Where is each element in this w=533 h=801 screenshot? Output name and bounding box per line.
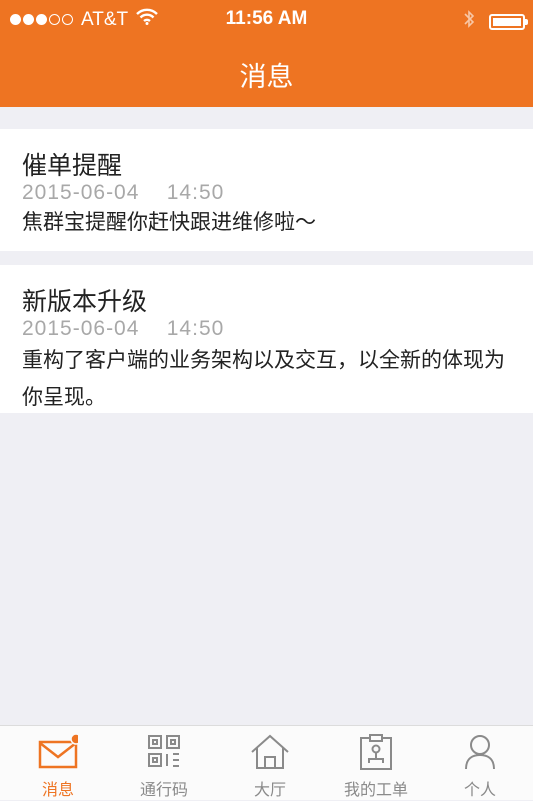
status-time: 11:56 AM — [225, 8, 308, 29]
top-bar: AT&T 11:56 AM 消息 — [0, 0, 533, 107]
tab-label: 我的工单 — [343, 782, 408, 799]
message-date: 2015-06-04 14:50 — [22, 317, 225, 340]
message-date: 2015-06-04 14:50 — [22, 181, 225, 204]
mail-icon — [38, 732, 82, 772]
tab-label: 消息 — [41, 782, 74, 799]
tab-bar: 消息 通行码 大厅 我的工单 个人 — [0, 725, 533, 800]
person-icon — [460, 732, 500, 772]
message-title: 催单提醒 — [22, 152, 123, 180]
battery-icon — [489, 13, 528, 30]
tab-messages[interactable]: 消息 — [5, 726, 111, 801]
tab-label: 通行码 — [139, 782, 188, 799]
message-body: 重构了客户端的业务架构以及交互，以全新的体现为你呈现。 — [22, 349, 505, 409]
tab-label: 个人 — [463, 782, 496, 799]
clipboard-icon — [356, 732, 396, 772]
tab-label: 大厅 — [253, 782, 286, 799]
tab-my-orders[interactable]: 我的工单 — [323, 726, 429, 801]
home-icon — [250, 732, 290, 772]
message-item[interactable]: 催单提醒 2015-06-04 14:50 焦群宝提醒你赶快跟进维修啦～ — [0, 129, 533, 251]
bluetooth-icon — [463, 9, 475, 34]
tab-pass-code[interactable]: 通行码 — [111, 726, 217, 801]
status-bar: AT&T 11:56 AM — [0, 0, 533, 40]
message-item[interactable]: 新版本升级 2015-06-04 14:50 重构了客户端的业务架构以及交互，以… — [0, 265, 533, 413]
tab-hall[interactable]: 大厅 — [217, 726, 323, 801]
qr-code-icon — [144, 732, 184, 772]
tab-profile[interactable]: 个人 — [427, 726, 533, 801]
page-title: 消息 — [239, 62, 294, 92]
message-title: 新版本升级 — [22, 288, 148, 316]
message-body: 焦群宝提醒你赶快跟进维修啦～ — [22, 211, 316, 234]
